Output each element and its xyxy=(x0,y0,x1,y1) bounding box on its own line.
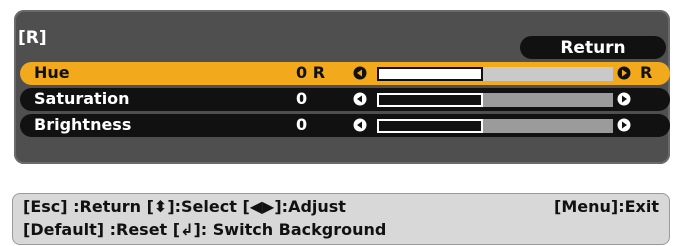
right-arrow-icon[interactable] xyxy=(617,92,631,106)
setting-value: 0 xyxy=(296,89,308,108)
right-arrow-icon[interactable] xyxy=(617,118,631,132)
slider-track[interactable] xyxy=(377,119,613,133)
panel-title: [R] xyxy=(18,28,47,48)
setting-label: Brightness xyxy=(34,115,132,134)
setting-row-saturation[interactable]: Saturation 0 xyxy=(20,88,670,111)
slider-track[interactable] xyxy=(377,67,613,81)
help-status-bar: [Esc] :Return [⬍]:Select [◀▶]:Adjust [Me… xyxy=(12,193,670,245)
slider-fill xyxy=(377,67,484,81)
right-arrow-icon[interactable] xyxy=(617,66,631,80)
setting-row-hue[interactable]: Hue 0 R R xyxy=(20,62,670,85)
setting-label: Saturation xyxy=(34,89,130,108)
return-button[interactable]: Return xyxy=(520,36,666,59)
setting-value: 0 R xyxy=(296,63,326,82)
menu-exit-hint: [Menu]:Exit xyxy=(554,197,659,216)
setting-value: 0 xyxy=(296,115,308,134)
left-arrow-icon[interactable] xyxy=(353,118,367,132)
slider-track[interactable] xyxy=(377,93,613,107)
help-line-1: [Esc] :Return [⬍]:Select [◀▶]:Adjust xyxy=(23,197,346,216)
setting-label: Hue xyxy=(34,63,70,82)
left-arrow-icon[interactable] xyxy=(353,66,367,80)
left-arrow-icon[interactable] xyxy=(353,92,367,106)
help-line-2: [Default] :Reset [↲]: Switch Background xyxy=(23,220,387,239)
setting-row-brightness[interactable]: Brightness 0 xyxy=(20,114,670,137)
slider-fill xyxy=(377,93,484,107)
settings-list: Hue 0 R R Saturation 0 Brightness 0 xyxy=(20,62,670,140)
setting-right-tag: R xyxy=(640,63,653,82)
slider-fill xyxy=(377,119,484,133)
